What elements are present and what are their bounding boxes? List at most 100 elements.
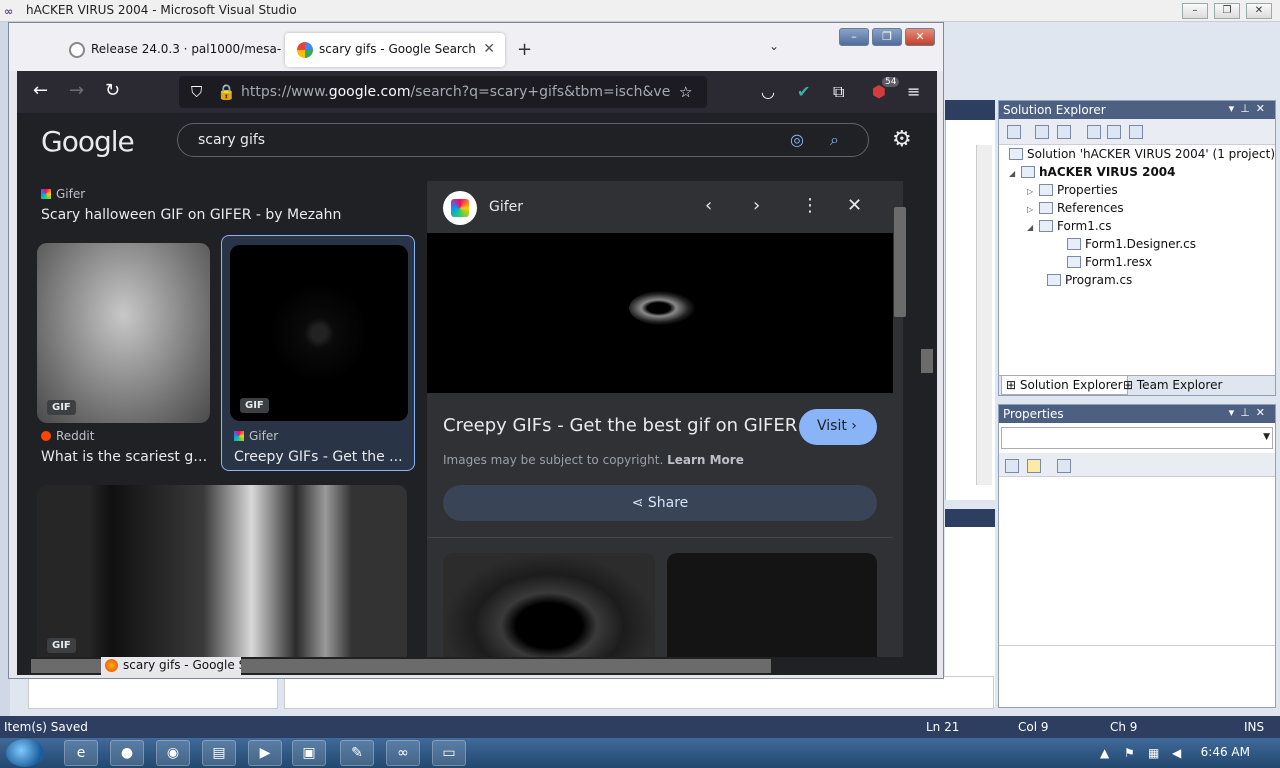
alphabetical-icon[interactable]: [1027, 459, 1041, 473]
tab-team-explorer[interactable]: ⊞ Team Explorer: [1123, 378, 1222, 392]
result-title[interactable]: Creepy GIFs - Get the ...: [234, 449, 406, 465]
related-image-eye[interactable]: [443, 553, 655, 657]
shield-icon[interactable]: ⛉: [191, 83, 202, 101]
page-scrollbar-thumb[interactable]: [921, 349, 933, 373]
result-title[interactable]: What is the scariest gif...: [41, 449, 209, 465]
tree-form1-designer[interactable]: Form1.Designer.cs: [1067, 237, 1196, 251]
tree-properties[interactable]: ▷ Properties: [1027, 183, 1118, 197]
lens-icon[interactable]: ◎: [790, 130, 804, 149]
tree-solution[interactable]: Solution 'hACKER VIRUS 2004' (1 project): [1009, 147, 1275, 161]
search-icon[interactable]: ⌕: [830, 130, 839, 150]
detail-image-eye[interactable]: [427, 233, 893, 393]
volume-icon[interactable]: ◀: [1172, 746, 1181, 760]
vs-maximize-button[interactable]: ❐: [1214, 3, 1240, 19]
view-code-icon[interactable]: [1087, 125, 1101, 139]
new-tab-button[interactable]: +: [517, 39, 532, 60]
ff-minimize-button[interactable]: –: [839, 28, 869, 46]
extensions-icon[interactable]: ⧉: [833, 82, 844, 102]
page-scrollbar[interactable]: [917, 113, 937, 657]
dropdown-icon[interactable]: ▾: [1229, 102, 1241, 115]
tree-project[interactable]: ◢ hACKER VIRUS 2004: [1009, 165, 1176, 179]
expand-arrow-icon[interactable]: ◢: [1009, 169, 1021, 178]
tab-github-release[interactable]: Release 24.0.3 · pal1000/mesa-d: [57, 33, 281, 67]
pin-icon[interactable]: ⊥: [1240, 406, 1256, 419]
firefox-icon[interactable]: ●: [110, 740, 144, 766]
lock-icon[interactable]: 🔒: [217, 83, 236, 101]
display-settings-icon[interactable]: ▣: [292, 740, 326, 766]
result-source[interactable]: Gifer: [41, 187, 85, 201]
close-icon[interactable]: ✕: [847, 195, 862, 216]
start-button[interactable]: [6, 739, 44, 767]
more-vert-icon[interactable]: ⋮: [801, 195, 819, 216]
pin-icon[interactable]: ⊥: [1240, 102, 1256, 115]
object-selector[interactable]: ▼: [1001, 427, 1273, 449]
detail-scrollbar[interactable]: [893, 191, 906, 651]
close-icon[interactable]: ✕: [1256, 406, 1271, 419]
share-button[interactable]: ⋖ Share: [443, 485, 877, 521]
tree-references[interactable]: ▷ References: [1027, 201, 1124, 215]
tree-form1[interactable]: ◢ Form1.cs: [1027, 219, 1112, 233]
ie-icon[interactable]: e: [64, 740, 98, 766]
show-all-files-icon[interactable]: [1035, 125, 1049, 139]
tree-form1-resx[interactable]: Form1.resx: [1067, 255, 1152, 269]
sync-check-icon[interactable]: ✔: [797, 82, 810, 101]
view-designer-icon[interactable]: [1107, 125, 1121, 139]
categorized-icon[interactable]: [1005, 459, 1019, 473]
detail-title[interactable]: Creepy GIFs - Get the best gif on GIFER: [443, 415, 797, 436]
related-image-dark[interactable]: [667, 553, 877, 657]
detail-source[interactable]: Gifer: [489, 199, 523, 215]
url-text[interactable]: https://www.google.com/search?q=scary+gi…: [241, 84, 671, 100]
refresh-icon[interactable]: [1057, 125, 1071, 139]
image-eye[interactable]: GIF: [230, 245, 408, 421]
tree-program[interactable]: Program.cs: [1047, 273, 1132, 287]
show-hidden-icons-icon[interactable]: ▲: [1100, 746, 1109, 760]
visual-studio-taskbar-icon[interactable]: ∞: [386, 740, 420, 766]
clock[interactable]: 6:46 AM: [1201, 745, 1250, 759]
terminal-icon[interactable]: ▭: [432, 740, 466, 766]
url-bar[interactable]: ⛉ 🔒 https://www.google.com/search?q=scar…: [179, 76, 707, 108]
property-pages-icon[interactable]: [1057, 459, 1071, 473]
visit-button[interactable]: Visit ›: [799, 409, 877, 445]
image-thumbnail-mask[interactable]: GIF: [37, 485, 407, 657]
expand-arrow-icon[interactable]: ◢: [1027, 223, 1039, 232]
editor-scrollbar[interactable]: [976, 145, 992, 485]
image-thumbnail-bunny[interactable]: GIF: [37, 243, 210, 423]
search-query[interactable]: scary gifs: [198, 132, 265, 148]
result-source[interactable]: Gifer: [234, 429, 278, 443]
menu-icon[interactable]: ≡: [907, 82, 920, 101]
collapsed-arrow-icon[interactable]: ▷: [1027, 205, 1039, 214]
class-diagram-icon[interactable]: [1129, 125, 1143, 139]
tab-solution-explorer[interactable]: ⊞ Solution Explorer: [1001, 376, 1128, 395]
chevron-right-icon[interactable]: ›: [753, 195, 760, 216]
result-source[interactable]: Reddit: [41, 429, 94, 443]
tab-google-search[interactable]: scary gifs - Google Search ✕: [285, 33, 505, 67]
network-icon[interactable]: ▦: [1148, 746, 1159, 760]
globe-icon[interactable]: ◉: [156, 740, 190, 766]
result-title[interactable]: Scary halloween GIF on GIFER - by Mezahn: [41, 207, 411, 223]
bookmark-star-icon[interactable]: ☆: [679, 83, 692, 101]
forward-arrow-icon[interactable]: →: [69, 81, 84, 101]
close-icon[interactable]: ✕: [1256, 102, 1271, 115]
google-search-box[interactable]: scary gifs ◎ ⌕: [177, 123, 869, 157]
detail-scrollbar-thumb[interactable]: [894, 207, 906, 317]
dropdown-icon[interactable]: ▾: [1229, 406, 1241, 419]
gear-icon[interactable]: ⚙: [892, 127, 912, 152]
vs-minimize-button[interactable]: –: [1182, 3, 1208, 19]
pocket-icon[interactable]: ◡: [761, 82, 775, 101]
properties-icon[interactable]: [1007, 125, 1021, 139]
ff-close-button[interactable]: ✕: [905, 28, 935, 46]
collapsed-arrow-icon[interactable]: ▷: [1027, 187, 1039, 196]
media-player-icon[interactable]: ▶: [248, 740, 282, 766]
learn-more-link[interactable]: Learn More: [667, 453, 744, 467]
ff-restore-button[interactable]: ❐: [872, 28, 902, 46]
action-center-icon[interactable]: ⚑: [1124, 746, 1135, 760]
close-tab-icon[interactable]: ✕: [483, 41, 495, 57]
explorer-folder-icon[interactable]: ▤: [202, 740, 236, 766]
list-all-tabs-icon[interactable]: ⌄: [769, 39, 779, 53]
vs-close-button[interactable]: ✕: [1246, 3, 1272, 19]
back-arrow-icon[interactable]: ←: [33, 81, 48, 101]
reload-icon[interactable]: ↻: [105, 81, 120, 101]
notepad-icon[interactable]: ✎: [340, 740, 374, 766]
chevron-left-icon[interactable]: ‹: [705, 195, 712, 216]
google-logo[interactable]: Google: [41, 125, 135, 158]
